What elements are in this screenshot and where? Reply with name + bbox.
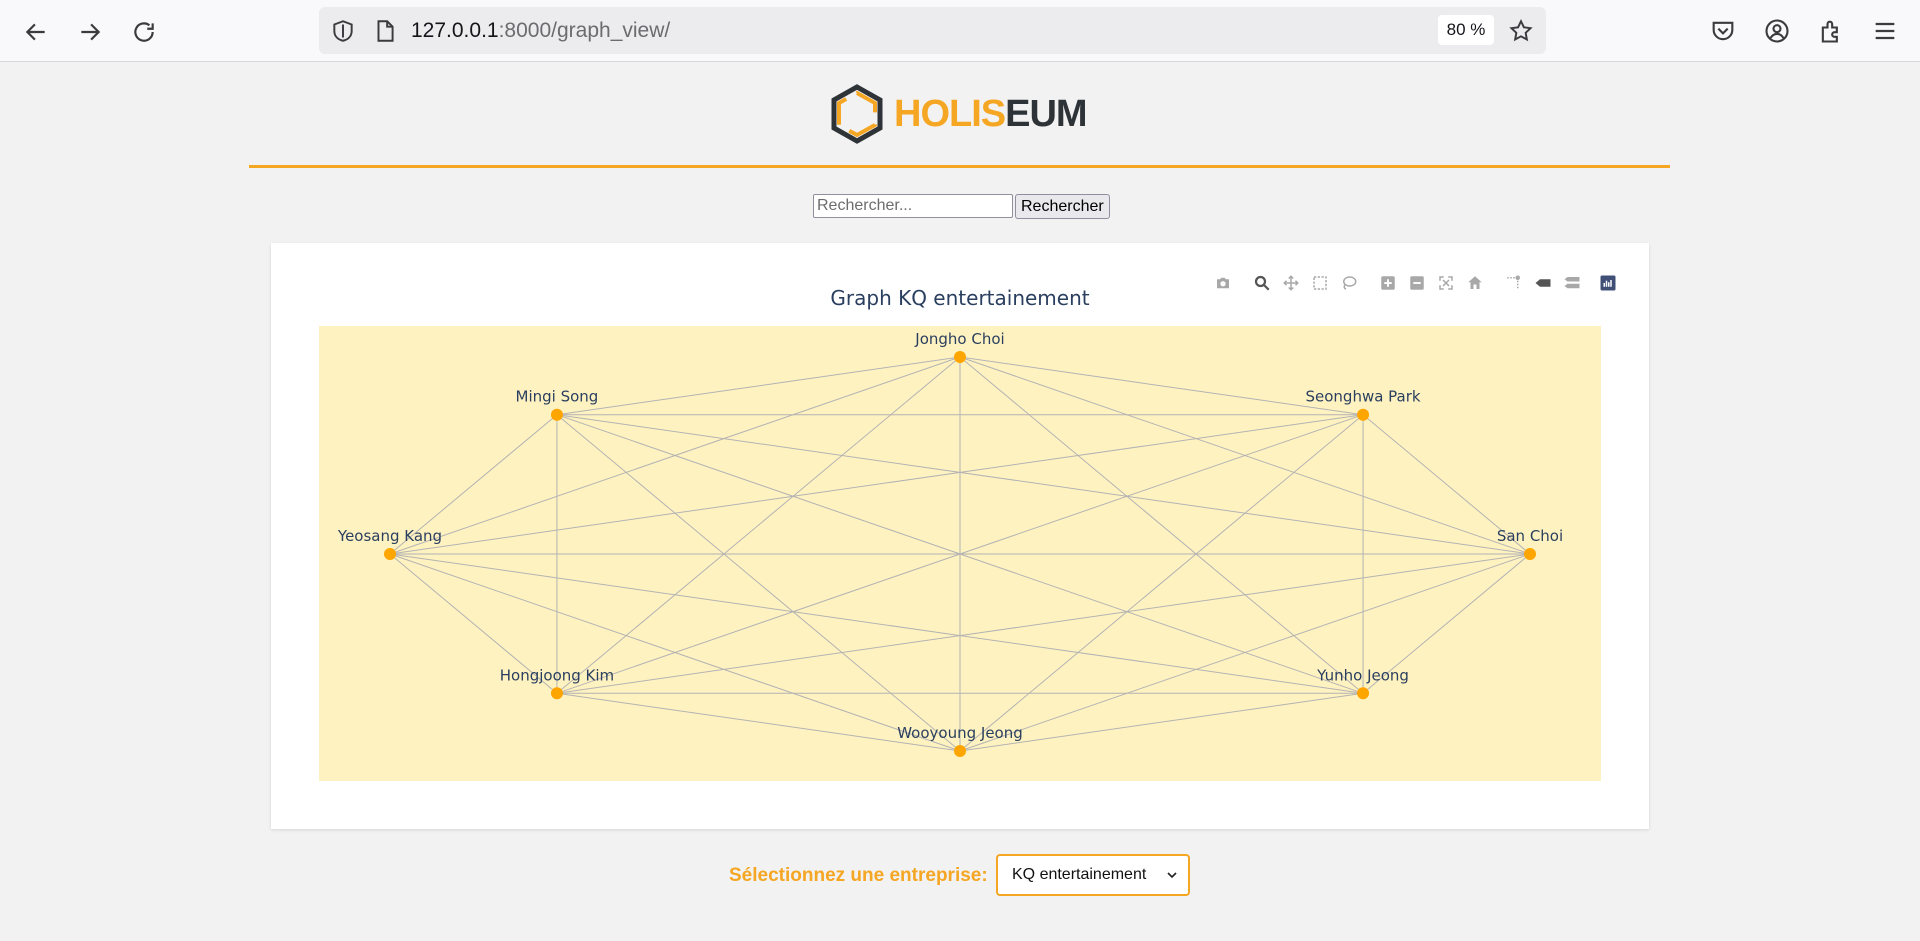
- search-input[interactable]: [813, 194, 1013, 218]
- graph-node[interactable]: [1357, 408, 1370, 421]
- reload-icon: [134, 22, 154, 42]
- search-button[interactable]: Rechercher: [1015, 194, 1110, 219]
- logo-text-orange: HOLIS: [894, 92, 1006, 135]
- chart-title: Graph KQ entertainement: [830, 286, 1090, 310]
- url-text[interactable]: 127.0.0.1:8000/graph_view/: [411, 19, 670, 43]
- arrow-left-icon: [25, 23, 45, 41]
- hexagon-logo-icon: [831, 84, 883, 144]
- browser-toolbar: 127.0.0.1:8000/graph_view/ 80 %: [0, 0, 1920, 62]
- pocket-icon[interactable]: [1709, 17, 1737, 45]
- holiseum-logo[interactable]: HOLISEUM: [826, 82, 1088, 146]
- graph-node-label: Hongjoong Kim: [500, 666, 614, 684]
- company-select-label: Sélectionnez une entreprise:: [729, 865, 988, 886]
- graph-plot-area[interactable]: Jongho Choi Seonghwa Park San Choi Yunho Je…: [319, 326, 1601, 781]
- logo-text-dark: EUM: [1005, 92, 1087, 135]
- url-host: 127.0.0.1: [411, 19, 499, 42]
- url-path: :8000/graph_view/: [498, 19, 671, 42]
- graph-node-label: Jongho Choi: [914, 330, 1004, 348]
- graph-node[interactable]: [954, 745, 966, 757]
- company-select-value: KQ entertainement: [1012, 866, 1147, 883]
- forward-button[interactable]: [70, 12, 110, 52]
- extensions-icon[interactable]: [1817, 17, 1845, 45]
- graph-node-label: Yeosang Kang: [337, 527, 442, 545]
- graph-node-label: San Choi: [1497, 527, 1563, 545]
- header-divider: [249, 165, 1670, 168]
- url-bar[interactable]: 127.0.0.1:8000/graph_view/ 80 %: [319, 7, 1546, 54]
- back-button[interactable]: [16, 12, 56, 52]
- menu-icon[interactable]: [1871, 17, 1899, 45]
- star-icon[interactable]: [1508, 18, 1534, 44]
- arrow-right-icon: [81, 23, 101, 41]
- reload-button[interactable]: [124, 12, 164, 52]
- page-icon[interactable]: [372, 18, 398, 44]
- graph-node[interactable]: [1524, 548, 1536, 560]
- graph-node[interactable]: [384, 548, 396, 560]
- graph-node-label: Wooyoung Jeong: [897, 724, 1023, 742]
- graph-node-label: Mingi Song: [516, 388, 599, 406]
- graph-node[interactable]: [550, 408, 563, 421]
- logo-wordmark: HOLISEUM: [894, 92, 1088, 136]
- shield-icon[interactable]: [330, 18, 356, 44]
- graph-node[interactable]: [1357, 687, 1370, 700]
- graph-node-label: Yunho Jeong: [1316, 666, 1409, 684]
- account-icon[interactable]: [1763, 17, 1791, 45]
- company-select[interactable]: KQ entertainement: [996, 854, 1190, 896]
- graph-node[interactable]: [550, 687, 563, 700]
- graph-card: Graph KQ entertainement Jongho Choi Seong…: [271, 243, 1649, 829]
- chevron-down-icon: [1167, 872, 1177, 879]
- zoom-level[interactable]: 80 %: [1438, 15, 1494, 45]
- graph-node[interactable]: [954, 351, 966, 363]
- graph-node-label: Seonghwa Park: [1305, 388, 1420, 406]
